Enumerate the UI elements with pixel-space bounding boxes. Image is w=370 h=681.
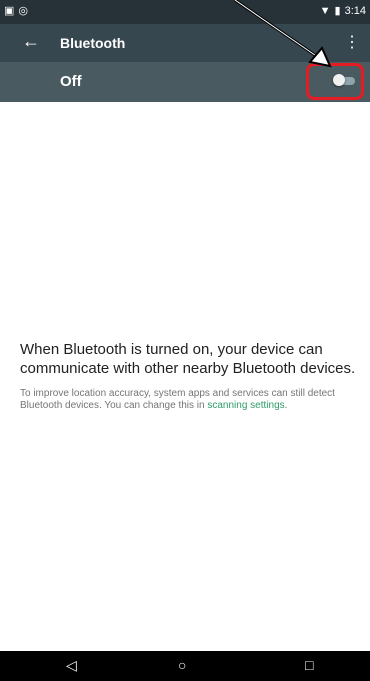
navigation-bar: ◁ ○ □ <box>0 651 370 681</box>
image-icon: ▣ <box>4 5 15 17</box>
nav-recents-button[interactable]: □ <box>305 657 313 673</box>
nav-home-button[interactable]: ○ <box>178 657 186 673</box>
toggle-label: Off <box>60 73 82 90</box>
annotation-arrow <box>234 0 332 68</box>
scanning-info-text: To improve location accuracy, system app… <box>20 388 360 412</box>
status-left-icons: ▣ ◎ <box>4 4 28 17</box>
scanning-info-suffix: . <box>284 400 288 411</box>
page-title: Bluetooth <box>60 35 126 51</box>
nav-back-button[interactable]: ◁ <box>66 657 77 674</box>
scanning-info-prefix: To improve location accuracy, system app… <box>20 388 335 411</box>
sync-icon: ◎ <box>18 5 29 17</box>
bluetooth-info-text: When Bluetooth is turned on, your device… <box>20 341 356 377</box>
scanning-settings-link[interactable]: scanning settings <box>207 400 284 411</box>
arrow-back-icon[interactable]: ← <box>22 32 40 50</box>
